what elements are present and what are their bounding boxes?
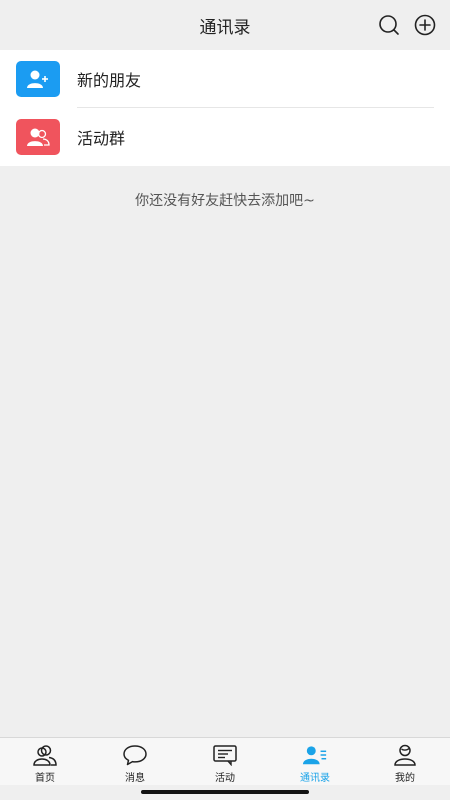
search-button[interactable] (378, 14, 400, 36)
plus-circle-icon (414, 14, 436, 36)
empty-contacts-tip: 你还没有好友赶快去添加吧~ (135, 193, 315, 209)
menu-item-new-friends[interactable]: 新的朋友 (0, 50, 450, 108)
new-friends-icon-box (16, 61, 60, 97)
tab-messages[interactable]: 消息 (90, 738, 180, 785)
contacts-icon (302, 746, 327, 765)
tab-contacts[interactable]: 通讯录 (270, 738, 360, 785)
tab-activity[interactable]: 活动 (180, 738, 270, 785)
tab-label: 我的 (395, 773, 415, 784)
tab-label: 首页 (35, 773, 55, 784)
page-title: 通讯录 (199, 17, 251, 38)
add-user-icon (27, 70, 48, 88)
contacts-menu-list: 新的朋友 活动群 (0, 50, 450, 166)
menu-item-label: 活动群 (77, 129, 126, 148)
search-icon (379, 15, 399, 35)
menu-item-label: 新的朋友 (77, 71, 142, 90)
tab-profile[interactable]: 我的 (360, 738, 450, 785)
activity-group-icon-box (16, 119, 60, 155)
menu-item-activity-group[interactable]: 活动群 (0, 108, 450, 166)
chat-bubble-icon (123, 745, 147, 766)
tab-home[interactable]: 首页 (0, 738, 90, 785)
add-button[interactable] (414, 14, 436, 36)
home-indicator[interactable] (141, 790, 309, 794)
tab-label: 活动 (215, 773, 235, 784)
profile-icon (394, 744, 416, 766)
home-people-icon (33, 745, 57, 766)
bottom-tab-bar: 首页 消息 活动 通讯录 我的 (0, 737, 450, 785)
activity-board-icon (213, 745, 237, 766)
tab-label: 通讯录 (300, 773, 330, 784)
group-icon (27, 128, 50, 146)
header-actions (378, 14, 436, 36)
tab-label: 消息 (125, 773, 145, 784)
top-bar: 通讯录 (0, 0, 450, 50)
